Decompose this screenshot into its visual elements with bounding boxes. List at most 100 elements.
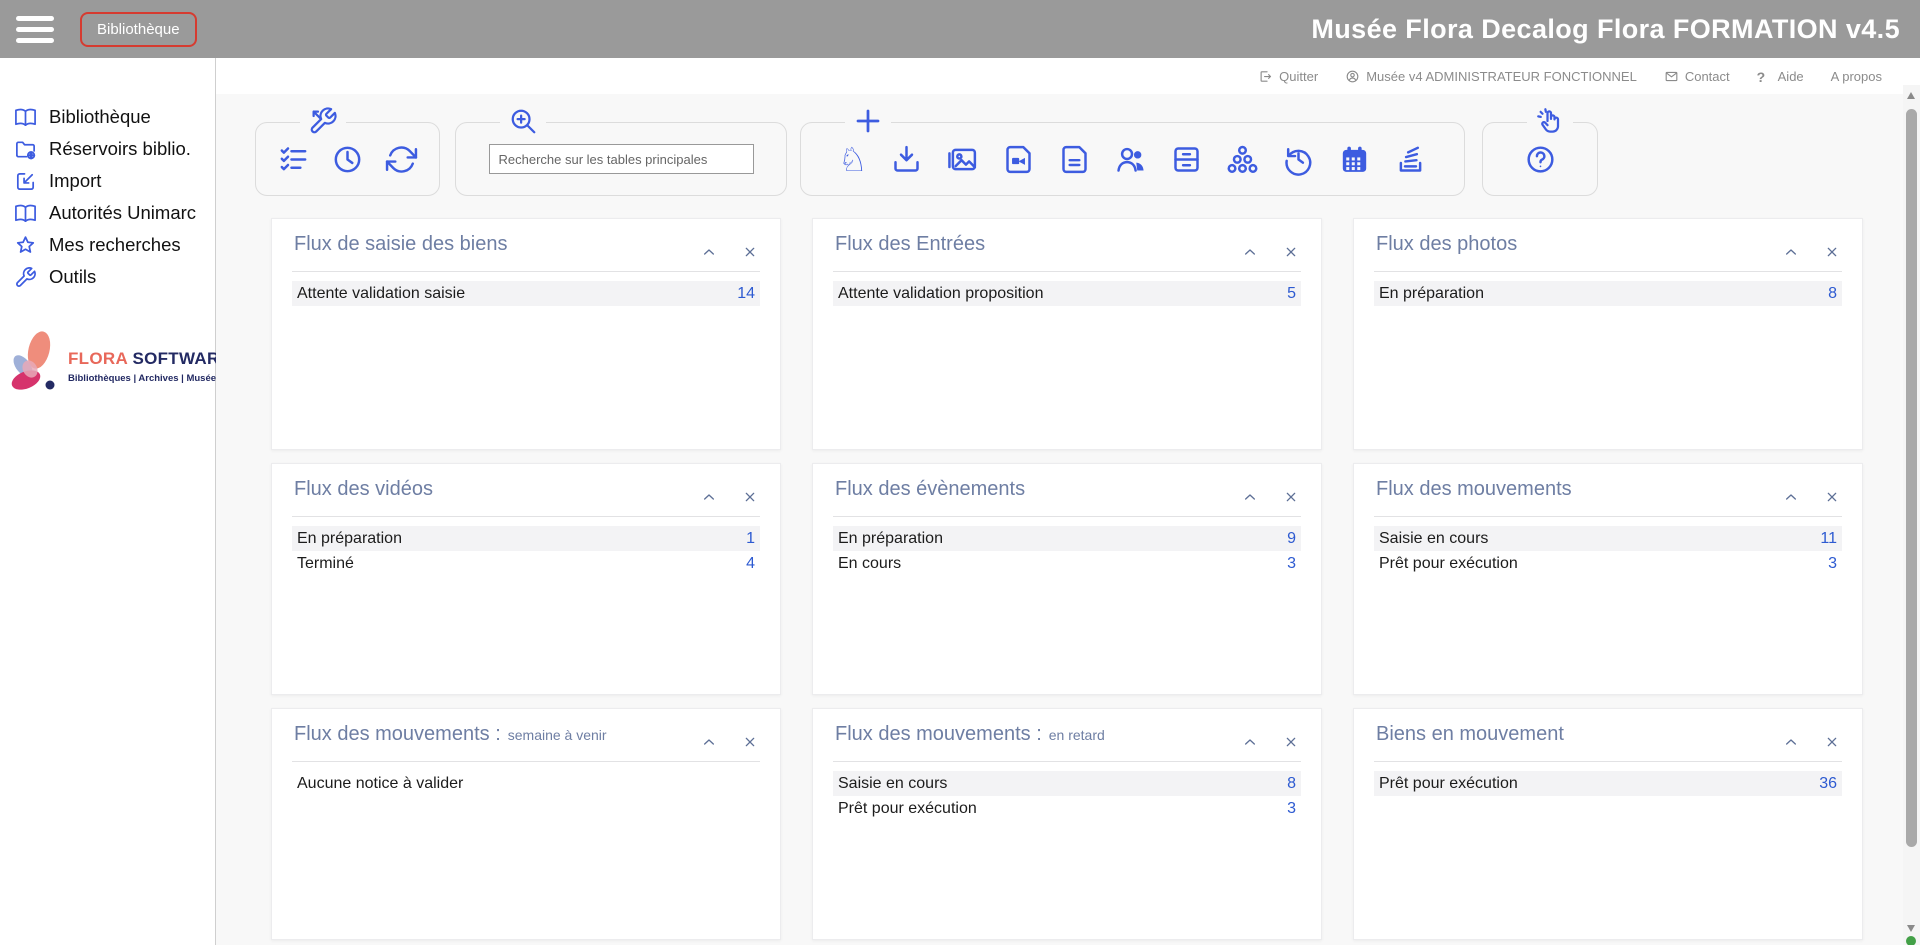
widget-row-label: Saisie en cours <box>1379 530 1488 548</box>
utility-item[interactable]: A propos <box>1831 69 1882 84</box>
dashboard-grid: Flux de saisie des biens Attente validati… <box>271 218 1920 940</box>
clock-icon[interactable] <box>331 143 364 176</box>
hamburger-menu-icon[interactable] <box>16 12 56 46</box>
inbox-download-icon[interactable] <box>890 143 923 176</box>
sidebar-item-label: Autorités Unimarc <box>49 202 196 224</box>
collapse-widget-button[interactable] <box>1242 489 1258 505</box>
widget-row-label: En cours <box>838 555 901 573</box>
widget-row-count[interactable]: 14 <box>737 285 755 303</box>
scroll-up-arrow-icon[interactable] <box>1907 92 1915 99</box>
star-icon <box>14 234 37 257</box>
widget-header: Flux de saisie des biens <box>272 219 780 271</box>
widget-card: Flux des mouvementsSaisie en cours11Prêt… <box>1353 463 1863 695</box>
folder-globe-icon <box>14 138 37 161</box>
widget-subtitle: semaine à venir <box>508 727 607 743</box>
question-glyph: ? <box>1757 69 1772 84</box>
image-icon[interactable] <box>946 143 979 176</box>
search-input[interactable] <box>489 144 754 174</box>
widget-row[interactable]: Attente validation saisie14 <box>292 281 760 306</box>
sidebar-item[interactable]: Réservoirs biblio. <box>0 133 215 165</box>
document-icon[interactable] <box>1058 143 1091 176</box>
widget-row-count[interactable]: 4 <box>746 555 755 573</box>
widget-body: Saisie en cours8Prêt pour exécution3 <box>813 762 1321 821</box>
users-icon[interactable] <box>1114 143 1147 176</box>
widget-row[interactable]: Prêt pour exécution3 <box>1374 551 1842 576</box>
widget-row[interactable]: En préparation9 <box>833 526 1301 551</box>
widget-card: Flux des photosEn préparation8 <box>1353 218 1863 450</box>
sidebar-item[interactable]: Autorités Unimarc <box>0 197 215 229</box>
history-icon[interactable] <box>1282 143 1315 176</box>
widget-row[interactable]: En cours 3 <box>833 551 1301 576</box>
sidebar-item[interactable]: Bibliothèque <box>0 101 215 133</box>
knight-icon[interactable]: ♘ <box>838 143 868 176</box>
video-file-icon[interactable] <box>1002 143 1035 176</box>
widget-row-count[interactable]: 1 <box>746 530 755 548</box>
sidebar-item[interactable]: Mes recherches <box>0 229 215 261</box>
widget-row-count[interactable]: 9 <box>1287 530 1296 548</box>
widget-row-count[interactable]: 8 <box>1287 775 1296 793</box>
scroll-down-arrow-icon[interactable] <box>1907 925 1915 932</box>
close-widget-button[interactable] <box>1283 734 1299 750</box>
calendar-icon[interactable] <box>1338 143 1371 176</box>
close-widget-button[interactable] <box>1824 734 1840 750</box>
utility-item[interactable]: Contact <box>1664 69 1730 84</box>
context-button[interactable]: Bibliothèque <box>80 12 197 47</box>
archive-icon[interactable] <box>1170 143 1203 176</box>
refresh-icon[interactable] <box>385 143 418 176</box>
collapse-widget-button[interactable] <box>1242 734 1258 750</box>
help-icon[interactable] <box>1524 143 1557 176</box>
sidebar-item-label: Réservoirs biblio. <box>49 138 191 160</box>
close-widget-button[interactable] <box>742 489 758 505</box>
widget-row[interactable]: Terminé 4 <box>292 551 760 576</box>
widget-row[interactable]: Prêt pour exécution36 <box>1374 771 1842 796</box>
widget-row[interactable]: Attente validation proposition5 <box>833 281 1301 306</box>
utility-item[interactable]: Musée v4 ADMINISTRATEUR FONCTIONNEL <box>1345 69 1637 84</box>
widget-row-count[interactable]: 36 <box>1819 775 1837 793</box>
widget-row-count[interactable]: 3 <box>1287 555 1296 573</box>
collapse-widget-button[interactable] <box>701 489 717 505</box>
plus-icon <box>845 106 891 136</box>
scrollbar-thumb[interactable] <box>1906 109 1917 847</box>
collapse-widget-button[interactable] <box>1783 244 1799 260</box>
checklist-icon[interactable] <box>277 143 310 176</box>
widget-row-count[interactable]: 8 <box>1828 285 1837 303</box>
widget-body: Prêt pour exécution36 <box>1354 762 1862 796</box>
widget-row-count[interactable]: 11 <box>1820 530 1837 548</box>
close-widget-button[interactable] <box>1283 244 1299 260</box>
widget-row[interactable]: En préparation8 <box>1374 281 1842 306</box>
vertical-scrollbar[interactable] <box>1903 85 1920 945</box>
close-widget-button[interactable] <box>1824 244 1840 260</box>
close-widget-button[interactable] <box>742 734 758 750</box>
widget-body: Attente validation proposition5 <box>813 272 1321 306</box>
widget-title: Flux des mouvements : <box>294 723 501 746</box>
app-title: Musée Flora Decalog Flora FORMATION v4.5 <box>1311 14 1904 45</box>
close-widget-button[interactable] <box>1824 489 1840 505</box>
collapse-widget-button[interactable] <box>701 244 717 260</box>
utility-item[interactable]: Quitter <box>1258 69 1318 84</box>
widget-row-label: Terminé <box>297 555 354 573</box>
widget-title: Flux des vidéos <box>294 478 433 501</box>
collapse-widget-button[interactable] <box>701 734 717 750</box>
widget-row[interactable]: En préparation1 <box>292 526 760 551</box>
widget-row-count[interactable]: 3 <box>1287 800 1296 818</box>
close-widget-button[interactable] <box>1283 489 1299 505</box>
widget-row-count[interactable]: 3 <box>1828 555 1837 573</box>
cluster-icon[interactable] <box>1226 143 1259 176</box>
widget-row-count[interactable]: 5 <box>1287 285 1296 303</box>
close-widget-button[interactable] <box>742 244 758 260</box>
widget-empty-message: Aucune notice à valider <box>292 771 760 796</box>
utility-item[interactable]: ?Aide <box>1757 69 1804 84</box>
sidebar-item[interactable]: Outils <box>0 261 215 293</box>
widget-row[interactable]: Saisie en cours8 <box>833 771 1301 796</box>
main-content: Quitter Musée v4 ADMINISTRATEUR FONCTIONN… <box>216 58 1920 945</box>
collapse-widget-button[interactable] <box>1783 734 1799 750</box>
stack-icon[interactable] <box>1394 143 1427 176</box>
sidebar-item[interactable]: Import <box>0 165 215 197</box>
toolbar-group <box>255 122 440 196</box>
zoom-plus-icon <box>500 106 546 136</box>
widget-row[interactable]: Saisie en cours 11 <box>1374 526 1842 551</box>
flora-logo: FLORA SOFTWARE Bibliothèques | Archives … <box>6 328 212 404</box>
widget-row[interactable]: Prêt pour exécution3 <box>833 796 1301 821</box>
collapse-widget-button[interactable] <box>1783 489 1799 505</box>
collapse-widget-button[interactable] <box>1242 244 1258 260</box>
